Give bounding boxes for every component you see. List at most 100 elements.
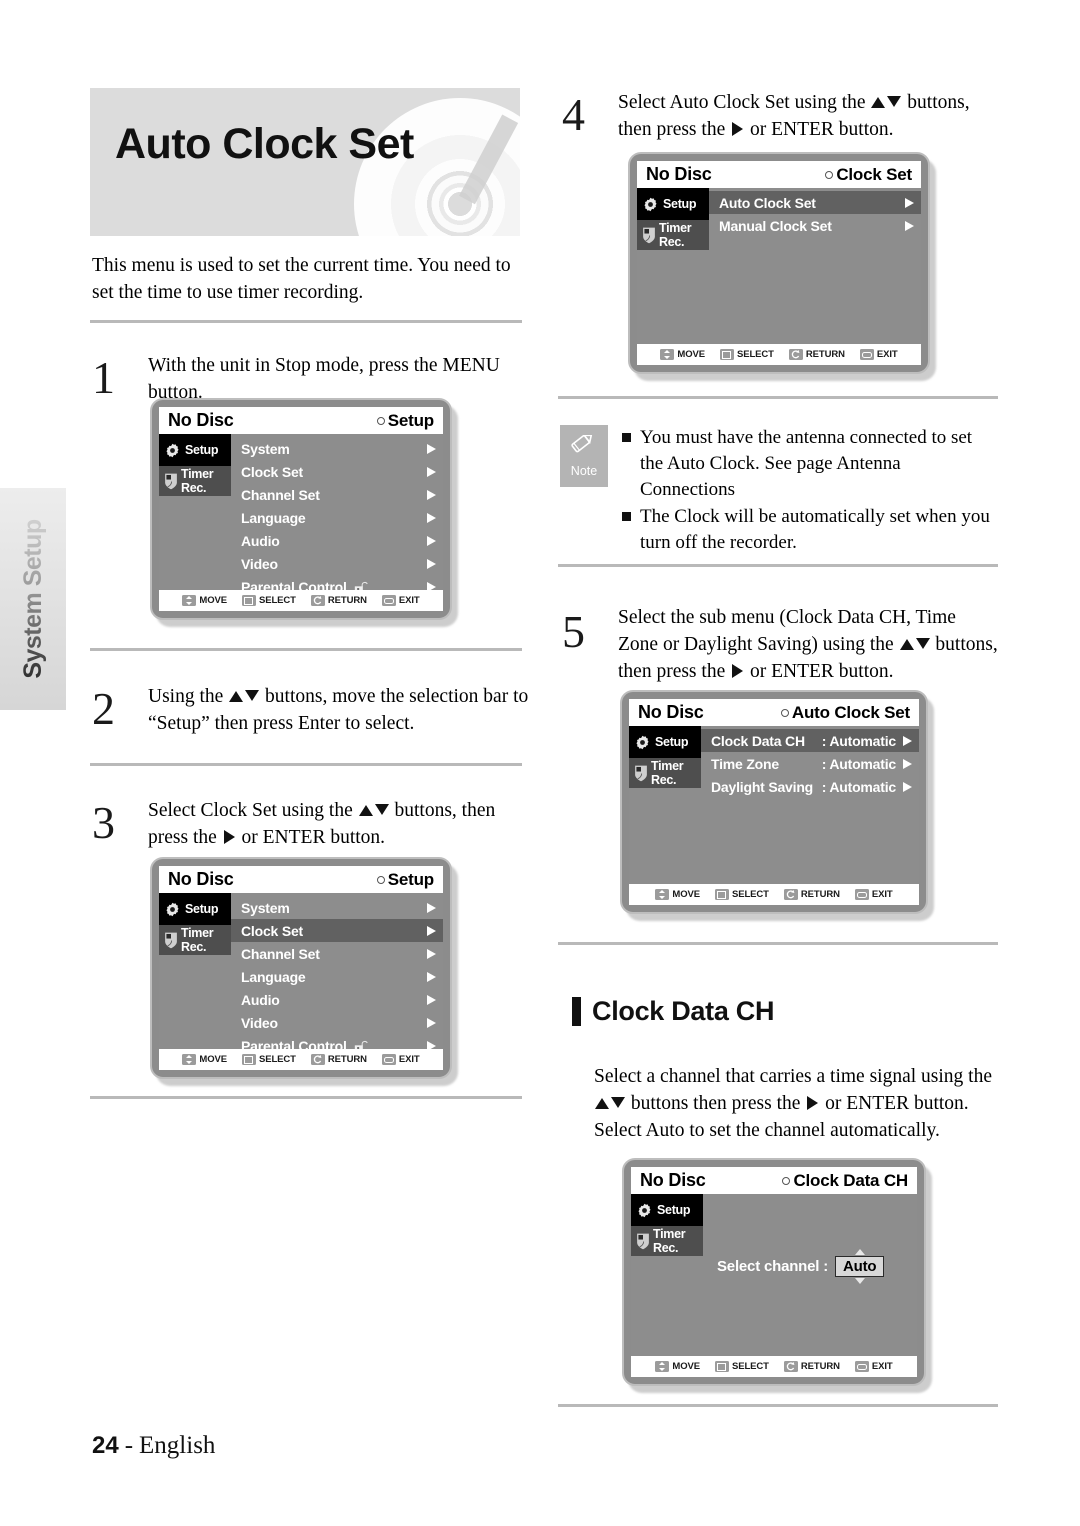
osd-menu-item[interactable]: System bbox=[231, 437, 443, 460]
osd-menu-item[interactable]: Clock Set bbox=[231, 460, 443, 483]
osd-menu-item-value: : Automatic bbox=[821, 778, 896, 795]
osd-menu-item-label: Clock Data CH bbox=[711, 732, 805, 749]
page-dash: - bbox=[124, 1432, 134, 1459]
osd-sidebar-timer-label: Timer Rec. bbox=[651, 759, 684, 787]
return-key-icon bbox=[783, 1361, 798, 1372]
timer-record-icon bbox=[635, 765, 647, 781]
bullet-ring-icon bbox=[780, 708, 789, 717]
osd-sidebar-item-timer-rec[interactable]: Timer Rec. bbox=[629, 758, 701, 788]
osd-footer-button[interactable]: MOVE bbox=[660, 349, 705, 360]
osd-footer-button[interactable]: SELECT bbox=[241, 595, 296, 606]
osd-menu-item[interactable]: System bbox=[231, 896, 443, 919]
osd-footer-button[interactable]: SELECT bbox=[714, 1361, 769, 1372]
osd-sidebar-item-setup[interactable]: Setup bbox=[631, 1194, 703, 1226]
osd-menu-item[interactable]: Channel Set bbox=[231, 942, 443, 965]
osd-screenshot-auto-clock-set: No Disc Auto Clock Set Setup Timer Rec. bbox=[620, 690, 934, 921]
osd-menu-item-selected[interactable]: Clock Data CH : Automatic bbox=[701, 729, 919, 752]
osd-footer-label: MOVE bbox=[199, 1054, 227, 1065]
gear-icon bbox=[166, 443, 179, 457]
osd-footer-button[interactable]: EXIT bbox=[854, 889, 893, 900]
section-body-b: buttons then press the bbox=[626, 1093, 806, 1114]
osd-menu-item-label: Video bbox=[241, 1014, 278, 1031]
note-item-text: The Clock will be automatically set when… bbox=[640, 506, 990, 553]
osd-footer-button[interactable]: RETURN bbox=[310, 1054, 367, 1065]
osd-sidebar-item-timer-rec[interactable]: Timer Rec. bbox=[631, 1226, 703, 1256]
osd-title-label: Clock Data CH bbox=[793, 1170, 908, 1190]
enter-key-icon bbox=[719, 349, 734, 360]
step-number-3: 3 bbox=[92, 797, 115, 848]
osd-sidebar-item-timer-rec[interactable]: Timer Rec. bbox=[159, 925, 231, 955]
stepper-up-icon[interactable] bbox=[854, 1249, 865, 1255]
osd-menu-item[interactable]: Channel Set bbox=[231, 483, 443, 506]
osd-menu-item-value: : Automatic bbox=[821, 732, 896, 749]
osd-footer-button[interactable]: MOVE bbox=[182, 595, 227, 606]
exit-key-icon bbox=[381, 1054, 396, 1065]
osd-menu-item[interactable]: Manual Clock Set bbox=[709, 214, 921, 237]
osd-disc-status: No Disc bbox=[638, 702, 704, 722]
step-text-3a: Select Clock Set using the bbox=[148, 800, 358, 821]
osd-menu-item-selected[interactable]: Auto Clock Set bbox=[709, 191, 921, 214]
osd-footer-button[interactable]: MOVE bbox=[655, 889, 700, 900]
osd-menu-item-label: Auto Clock Set bbox=[719, 194, 816, 211]
osd-footer-button[interactable]: EXIT bbox=[381, 1054, 420, 1065]
osd-footer-label: RETURN bbox=[327, 1054, 367, 1065]
osd-footer-label: RETURN bbox=[800, 1361, 840, 1372]
osd-sidebar-item-setup[interactable]: Setup bbox=[159, 434, 231, 466]
arrow-down-icon bbox=[915, 638, 930, 649]
osd-footer-label: MOVE bbox=[199, 595, 227, 606]
osd-menu-item[interactable]: Video bbox=[231, 1011, 443, 1034]
osd-sidebar-item-setup[interactable]: Setup bbox=[637, 188, 709, 220]
exit-key-icon bbox=[854, 1361, 869, 1372]
osd-disc-status: No Disc bbox=[640, 1170, 706, 1190]
page-number: 24 bbox=[92, 1432, 119, 1459]
step-text-4: Select Auto Clock Set using the buttons,… bbox=[618, 89, 998, 143]
osd-footer-bar: MOVE SELECT RETURN EXIT bbox=[159, 590, 443, 611]
osd-footer-button[interactable]: SELECT bbox=[241, 1054, 296, 1065]
osd-footer-button[interactable]: RETURN bbox=[310, 595, 367, 606]
osd-menu-item-selected[interactable]: Clock Set bbox=[231, 919, 443, 942]
osd-footer-button[interactable]: RETURN bbox=[783, 889, 840, 900]
osd-menu-item[interactable]: Language bbox=[231, 965, 443, 988]
osd-menu-item-value: : Automatic bbox=[821, 755, 896, 772]
osd-sidebar: Setup Timer Rec. bbox=[631, 1194, 703, 1356]
osd-menu-item[interactable]: Time Zone: Automatic bbox=[701, 752, 919, 775]
arrow-down-icon bbox=[245, 690, 260, 701]
osd-menu-item[interactable]: Audio bbox=[231, 529, 443, 552]
osd-sidebar-item-timer-rec[interactable]: Timer Rec. bbox=[159, 466, 231, 496]
osd-footer-button[interactable]: RETURN bbox=[783, 1361, 840, 1372]
osd-menu-item-label: Clock Set bbox=[241, 922, 303, 939]
section-body: Select a channel that carries a time sig… bbox=[594, 1063, 994, 1144]
osd-footer-label: MOVE bbox=[672, 1361, 700, 1372]
osd-menu-item[interactable]: Language bbox=[231, 506, 443, 529]
osd-footer-button[interactable]: SELECT bbox=[719, 349, 774, 360]
osd-sidebar-item-setup[interactable]: Setup bbox=[159, 893, 231, 925]
osd-footer-button[interactable]: EXIT bbox=[381, 595, 420, 606]
osd-menu-item[interactable]: Video bbox=[231, 552, 443, 575]
osd-footer-button[interactable]: RETURN bbox=[788, 349, 845, 360]
osd-footer-button[interactable]: EXIT bbox=[859, 349, 898, 360]
osd-title: Setup bbox=[376, 411, 434, 431]
osd-menu-item[interactable]: Daylight Saving: Automatic bbox=[701, 775, 919, 798]
osd-footer-button[interactable]: MOVE bbox=[655, 1361, 700, 1372]
osd-menu-list: System Clock Set Channel Set Language Au… bbox=[231, 434, 443, 595]
updown-key-icon bbox=[660, 349, 675, 360]
step-text-5: Select the sub menu (Clock Data CH, Time… bbox=[618, 604, 1000, 685]
osd-sidebar-item-timer-rec[interactable]: Timer Rec. bbox=[637, 220, 709, 250]
arrow-up-icon bbox=[899, 639, 914, 650]
bullet-ring-icon bbox=[825, 170, 834, 179]
chevron-right-icon bbox=[427, 489, 436, 500]
osd-footer-button[interactable]: SELECT bbox=[714, 889, 769, 900]
divider bbox=[90, 648, 522, 651]
osd-menu-item[interactable]: Audio bbox=[231, 988, 443, 1011]
osd-footer-button[interactable]: MOVE bbox=[182, 1054, 227, 1065]
stepper-down-icon[interactable] bbox=[854, 1278, 865, 1284]
note-badge: Note bbox=[560, 425, 608, 487]
osd-menu-item-label: System bbox=[241, 899, 290, 916]
channel-value-stepper[interactable]: Auto bbox=[835, 1249, 885, 1284]
divider bbox=[90, 320, 522, 323]
osd-sidebar-item-setup[interactable]: Setup bbox=[629, 726, 701, 758]
osd-footer-button[interactable]: EXIT bbox=[854, 1361, 893, 1372]
timer-record-icon bbox=[643, 227, 655, 243]
timer-record-icon bbox=[165, 932, 177, 948]
osd-screenshot-clock-set: No Disc Clock Set Setup Timer Rec. Auto … bbox=[628, 152, 936, 381]
